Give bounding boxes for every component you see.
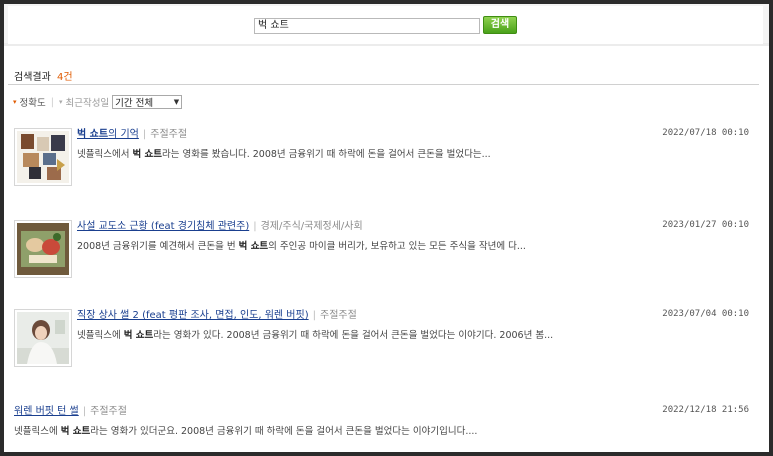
result-date: 2022/07/18 00:10 — [662, 128, 749, 138]
result-item: 직장 상사 썰 2 (feat 평판 조사, 면접, 인도, 워렌 버핏) | 주절… — [14, 309, 749, 371]
title-keyword: 벅 쇼트 — [77, 129, 109, 140]
snippet-keyword: 벅 쇼트 — [123, 330, 154, 341]
snippet-keyword: 벅 쇼트 — [60, 426, 91, 437]
result-title-line: 워렌 버핏 턴 썰 | 주절주절 — [14, 405, 477, 419]
period-select-value: 기간 전체 — [115, 98, 154, 109]
results-header: 검색결과 4건 — [14, 68, 73, 83]
search-bar: 벅 쇼트 검색 — [4, 4, 769, 46]
result-body: 워렌 버핏 턴 썰 | 주절주절 넷플릭스에 벅 쇼트라는 영화가 있더군요. 20… — [14, 405, 477, 439]
result-title-link[interactable]: 사설 교도소 근황 (feat 경기침체 관련주) — [77, 221, 249, 232]
chevron-down-icon: ▼ — [173, 98, 180, 106]
result-body: 사설 교도소 근황 (feat 경기침체 관련주) | 경제/주식/국제정세/사회 … — [77, 220, 526, 254]
result-title-line: 사설 교도소 근황 (feat 경기침체 관련주) | 경제/주식/국제정세/사회 — [77, 220, 526, 234]
search-bar-inner: 벅 쇼트 검색 — [8, 6, 763, 44]
result-snippet: 넷플릭스에서 벅 쇼트라는 영화를 봤습니다. 2008년 금융위기 때 하락에… — [77, 149, 491, 160]
sort-inactive-bullet-icon: ▾ — [58, 98, 63, 106]
sort-separator: | — [50, 96, 54, 108]
result-body: 벅 쇼트의 기억 | 주절주절 넷플릭스에서 벅 쇼트라는 영화를 봤습니다. 20… — [77, 128, 491, 162]
result-item: 워렌 버핏 턴 썰 | 주절주절 넷플릭스에 벅 쇼트라는 영화가 있더군요. 20… — [14, 405, 749, 445]
person-photo-image — [17, 312, 69, 364]
sort-active-bullet-icon: ▾ — [13, 98, 17, 106]
result-item: 벅 쇼트의 기억 | 주절주절 넷플릭스에서 벅 쇼트라는 영화를 봤습니다. 20… — [14, 128, 749, 192]
result-thumbnail[interactable] — [14, 309, 72, 367]
result-item: 사설 교도소 근황 (feat 경기침체 관련주) | 경제/주식/국제정세/사회 … — [14, 220, 749, 282]
sort-accuracy-link[interactable]: 정확도 — [20, 95, 46, 109]
result-title-line: 직장 상사 썰 2 (feat 평판 조사, 면접, 인도, 워렌 버핏) | 주절… — [77, 309, 553, 323]
title-separator: | — [253, 221, 257, 232]
result-thumbnail[interactable] — [14, 220, 72, 278]
snippet-keyword: 벅 쇼트 — [132, 149, 162, 160]
result-title-link[interactable]: 워렌 버핏 턴 썰 — [14, 406, 79, 417]
results-header-label: 검색결과 — [14, 72, 51, 83]
search-button[interactable]: 검색 — [483, 16, 517, 34]
results-count: 4건 — [57, 72, 73, 83]
header-divider — [8, 84, 759, 85]
result-body: 직장 상사 썰 2 (feat 평판 조사, 면접, 인도, 워렌 버핏) | 주절… — [77, 309, 553, 343]
prison-meal-image — [17, 223, 69, 275]
result-category-link[interactable]: 경제/주식/국제정세/사회 — [261, 221, 363, 232]
movie-poster-image — [17, 131, 69, 183]
period-select[interactable]: 기간 전체 ▼ — [112, 95, 183, 109]
search-input-value: 벅 쇼트 — [258, 20, 289, 31]
sort-recent-link[interactable]: 최근작성일 — [65, 95, 109, 109]
title-separator: | — [142, 129, 147, 140]
result-title-link[interactable]: 벅 쇼트의 기억 — [77, 129, 139, 140]
result-title-link[interactable]: 직장 상사 썰 2 (feat 평판 조사, 면접, 인도, 워렌 버핏) — [77, 310, 309, 321]
result-snippet: 넷플릭스에 벅 쇼트라는 영화가 있더군요. 2008년 금융위기 때 하락에 … — [14, 426, 478, 437]
result-date: 2023/07/04 00:10 — [662, 309, 749, 319]
result-date: 2023/01/27 00:10 — [662, 220, 749, 230]
result-category-link[interactable]: 주절주절 — [150, 129, 187, 140]
search-page: 벅 쇼트 검색 검색결과 4건 ▾ 정확도 | ▾ 최근작성일 기간 전체 ▼ — [4, 4, 769, 452]
result-date: 2022/12/18 21:56 — [662, 405, 749, 415]
title-separator: | — [82, 406, 87, 417]
result-category-link[interactable]: 주절주절 — [90, 406, 127, 417]
result-thumbnail[interactable] — [14, 128, 72, 186]
snippet-keyword: 벅 쇼트 — [238, 241, 269, 252]
result-category-link[interactable]: 주절주절 — [320, 310, 357, 321]
result-title-line: 벅 쇼트의 기억 | 주절주절 — [77, 128, 491, 142]
result-snippet: 넷플릭스에 벅 쇼트라는 영화가 있다. 2008년 금융위기 때 하락에 돈을… — [77, 330, 554, 341]
title-separator: | — [312, 310, 316, 321]
search-input[interactable]: 벅 쇼트 — [254, 18, 480, 34]
sort-options: ▾ 정확도 | ▾ 최근작성일 기간 전체 ▼ — [13, 95, 183, 109]
result-snippet: 2008년 금융위기를 예견해서 큰돈을 번 벅 쇼트의 주인공 마이클 버리가… — [77, 241, 526, 252]
